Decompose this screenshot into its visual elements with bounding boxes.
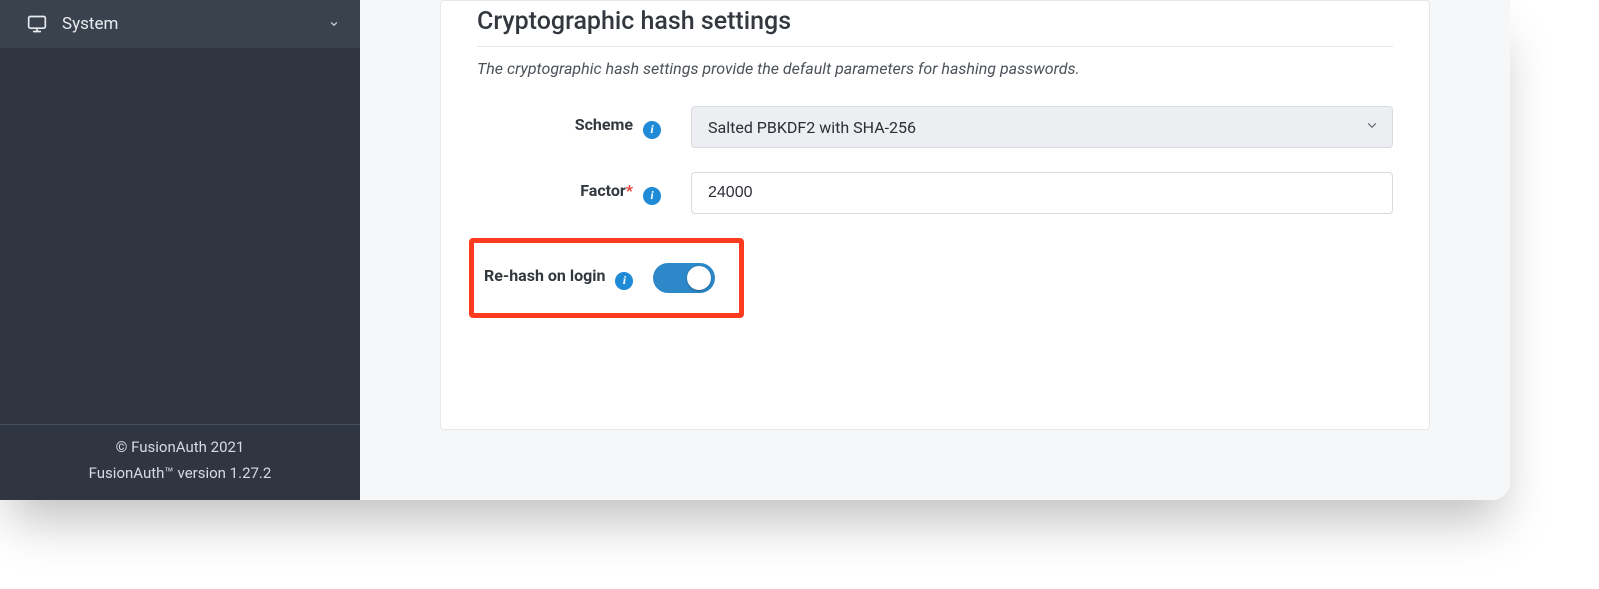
section-description: The cryptographic hash settings provide … <box>477 59 1393 78</box>
app-frame: System © FusionAuth 2021 FusionAuth™ ver… <box>0 0 1510 500</box>
label-scheme-text: Scheme <box>575 115 633 134</box>
section-title: Cryptographic hash settings <box>477 5 1393 46</box>
rehash-toggle[interactable] <box>653 263 715 293</box>
label-rehash: Re-hash on login i <box>484 266 633 290</box>
footer-version: FusionAuth™ version 1.27.2 <box>8 461 352 487</box>
chevron-left-icon <box>326 19 340 29</box>
scheme-select[interactable]: Salted PBKDF2 with SHA-256 <box>691 106 1393 148</box>
label-factor: Factor* i <box>477 181 667 205</box>
info-icon[interactable]: i <box>615 272 633 290</box>
highlight-rehash: Re-hash on login i <box>469 238 744 318</box>
sidebar-footer: © FusionAuth 2021 FusionAuth™ version 1.… <box>0 424 360 500</box>
section-rule <box>477 46 1393 47</box>
settings-card: Cryptographic hash settings The cryptogr… <box>440 0 1430 430</box>
sidebar-item-label: System <box>62 14 118 34</box>
required-marker: * <box>626 181 633 200</box>
form-row-scheme: Scheme i Salted PBKDF2 with SHA-256 <box>477 106 1393 148</box>
toggle-knob <box>687 266 711 290</box>
sidebar: System © FusionAuth 2021 FusionAuth™ ver… <box>0 0 360 500</box>
form-row-rehash: Re-hash on login i <box>477 238 1393 318</box>
sidebar-item-system[interactable]: System <box>0 0 360 48</box>
info-icon[interactable]: i <box>643 187 661 205</box>
main-content: Cryptographic hash settings The cryptogr… <box>360 0 1510 500</box>
footer-copyright: © FusionAuth 2021 <box>8 435 352 461</box>
form-row-factor: Factor* i <box>477 172 1393 214</box>
monitor-icon <box>26 13 48 35</box>
factor-input[interactable] <box>691 172 1393 214</box>
label-rehash-text: Re-hash on login <box>484 266 605 285</box>
info-icon[interactable]: i <box>643 121 661 139</box>
sidebar-nav: System <box>0 0 360 48</box>
label-scheme: Scheme i <box>477 115 667 139</box>
label-factor-text: Factor <box>580 181 626 200</box>
scheme-select-value: Salted PBKDF2 with SHA-256 <box>691 106 1393 148</box>
